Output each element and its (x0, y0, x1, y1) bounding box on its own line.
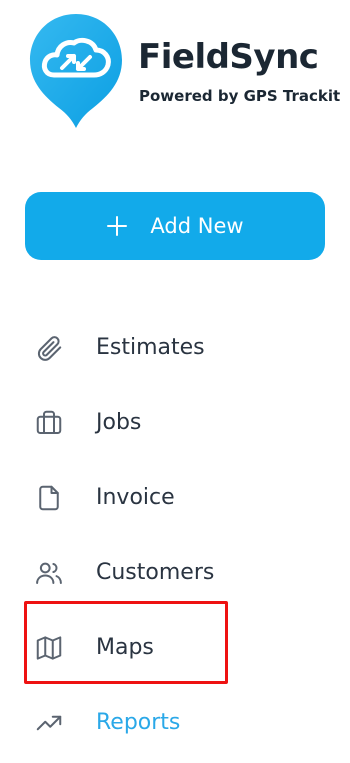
trending-up-icon (32, 706, 66, 740)
sidebar-item-customers[interactable]: Customers (24, 543, 324, 603)
add-new-label: Add New (150, 213, 244, 238)
sidebar-item-jobs[interactable]: Jobs (24, 393, 324, 453)
sidebar-item-label: Jobs (96, 410, 142, 435)
paperclip-icon (32, 331, 66, 365)
brand-name: FieldSync (138, 37, 319, 77)
add-new-button[interactable]: Add New (25, 192, 325, 260)
sidebar-item-label: Reports (96, 710, 181, 735)
sidebar-item-label: Estimates (96, 335, 205, 360)
document-icon (32, 481, 66, 515)
sidebar-item-label: Invoice (96, 485, 175, 510)
sidebar-item-estimates[interactable]: Estimates (24, 318, 324, 378)
map-icon (32, 631, 66, 665)
fieldsync-logo-icon (30, 14, 122, 128)
users-icon (32, 556, 66, 590)
brand-tagline: Powered by GPS Trackit (139, 87, 341, 105)
sidebar-item-invoice[interactable]: Invoice (24, 468, 324, 528)
plus-icon (106, 215, 128, 237)
brand-logo[interactable]: FieldSync Powered by GPS Trackit (26, 12, 340, 132)
sidebar-item-reports[interactable]: Reports (24, 693, 324, 753)
sidebar-item-maps[interactable]: Maps (24, 618, 324, 678)
briefcase-icon (32, 406, 66, 440)
sidebar-item-label: Maps (96, 635, 154, 660)
sidebar-item-label: Customers (96, 560, 215, 585)
